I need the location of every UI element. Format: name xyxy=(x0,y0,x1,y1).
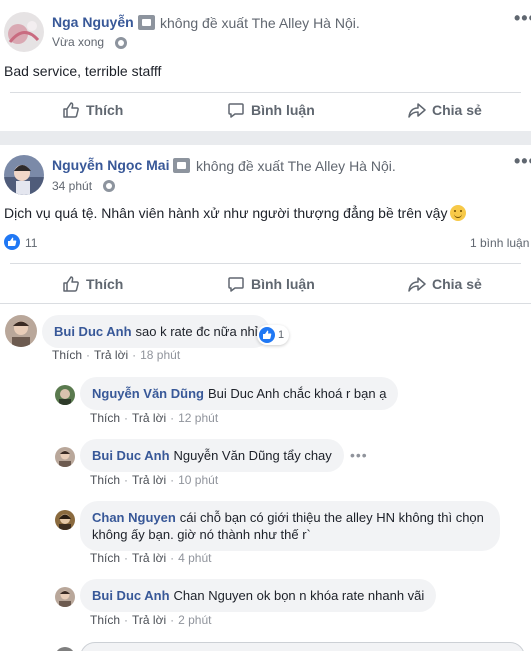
comment-author[interactable]: Chan Nguyen xyxy=(92,510,176,525)
like-label: Thích xyxy=(86,276,124,292)
comment-text: Bui Duc Anh chắc khoá r bạn ạ xyxy=(207,386,387,401)
avatar[interactable] xyxy=(55,447,75,467)
avatar[interactable] xyxy=(55,587,75,607)
comment-text: Nguyễn Văn Dũng tẩy chay xyxy=(173,448,332,463)
reaction-count[interactable]: 11 xyxy=(25,236,37,250)
thumbs-up-icon xyxy=(63,276,79,292)
like-reaction-icon xyxy=(259,327,275,343)
post-text-content: Dịch vụ quá tệ. Nhân viên hành xử như ng… xyxy=(4,205,448,221)
avatar[interactable] xyxy=(4,12,44,52)
comment-time[interactable]: 2 phút xyxy=(178,613,211,627)
post-text: Dịch vụ quá tệ. Nhân viên hành xử như ng… xyxy=(4,205,467,221)
divider xyxy=(0,303,531,304)
comment-author[interactable]: Bui Duc Anh xyxy=(92,588,170,603)
comment-icon xyxy=(228,277,244,292)
avatar[interactable] xyxy=(4,155,44,195)
comment-reaction-count: 1 xyxy=(278,329,285,341)
avatar[interactable] xyxy=(5,315,37,347)
divider xyxy=(10,263,521,264)
comment-bubble: Nguyễn Văn Dũng Bui Duc Anh chắc khoá r b… xyxy=(80,377,399,410)
review-icon xyxy=(138,15,155,30)
comment-text: Chan Nguyen ok bọn n khóa rate nhanh vãi xyxy=(173,588,425,603)
comment-reply-link[interactable]: Trả lời xyxy=(132,411,166,425)
post-card-1: Nga Nguyễn không đề xuất The Alley Hà Nộ… xyxy=(0,0,531,131)
comment-button[interactable]: Bình luận xyxy=(227,101,315,119)
smiley-emoji-icon xyxy=(450,205,467,221)
comment-reply-link[interactable]: Trả lời xyxy=(132,473,166,487)
comment-author[interactable]: Bui Duc Anh xyxy=(54,324,132,339)
comment-button[interactable]: Bình luận xyxy=(227,275,315,293)
comment-author[interactable]: Bui Duc Anh xyxy=(92,448,170,463)
comment-time[interactable]: 10 phút xyxy=(178,473,218,487)
comment-bubble: Chan Nguyen cái chỗ bạn có giới thiệu the… xyxy=(80,501,500,551)
comment-like-link[interactable]: Thích xyxy=(90,411,120,425)
share-button[interactable]: Chia sẻ xyxy=(408,275,482,293)
avatar[interactable] xyxy=(55,510,75,530)
comment-options-icon[interactable]: ••• xyxy=(350,447,368,463)
comment-like-link[interactable]: Thích xyxy=(52,348,82,362)
post-time[interactable]: 34 phút xyxy=(52,179,92,193)
comment-actions: Thích · Trả lời · 18 phút xyxy=(52,348,181,362)
post-author[interactable]: Nga Nguyễn xyxy=(52,14,134,30)
share-icon xyxy=(408,277,426,292)
comment-actions: Thích · Trả lời · 10 phút xyxy=(90,473,219,487)
comment-text: cái chỗ bạn có giới thiệu the alley HN k… xyxy=(179,510,484,525)
comment-count[interactable]: 1 bình luận xyxy=(470,236,529,250)
comment-reply-link[interactable]: Trả lời xyxy=(132,613,166,627)
avatar[interactable] xyxy=(55,647,75,651)
globe-icon xyxy=(103,180,115,192)
post-author[interactable]: Nguyễn Ngọc Mai xyxy=(52,157,169,173)
comment-time[interactable]: 12 phút xyxy=(178,411,218,425)
comment-actions: Thích · Trả lời · 12 phút xyxy=(90,411,219,425)
globe-icon xyxy=(115,37,127,49)
comment-time[interactable]: 18 phút xyxy=(140,348,180,362)
avatar[interactable] xyxy=(55,385,75,405)
comment-like-link[interactable]: Thích xyxy=(90,613,120,627)
more-options-icon[interactable]: ••• xyxy=(514,151,531,172)
like-reaction-icon[interactable] xyxy=(4,234,20,250)
post-card-2: Nguyễn Ngọc Mai không đề xuất The Alley … xyxy=(0,145,531,651)
comment-actions: Thích · Trả lời · 2 phút xyxy=(90,613,212,627)
like-button[interactable]: Thích xyxy=(62,275,123,293)
comment-like-link[interactable]: Thích xyxy=(90,473,120,487)
thumbs-up-icon xyxy=(63,102,79,118)
comment-reply-link[interactable]: Trả lời xyxy=(94,348,128,362)
share-icon xyxy=(408,103,426,118)
share-label: Chia sẻ xyxy=(432,102,482,118)
comment-bubble: Bui Duc Anh Nguyễn Văn Dũng tẩy chay xyxy=(80,439,344,472)
comment-author[interactable]: Nguyễn Văn Dũng xyxy=(92,386,204,401)
reply-input[interactable] xyxy=(80,642,525,651)
post-text: Bad service, terrible stafff xyxy=(4,63,162,79)
post-verb: không đề xuất The Alley Hà Nội. xyxy=(160,15,360,31)
share-label: Chia sẻ xyxy=(432,276,482,292)
comment-bubble: Bui Duc Anh Chan Nguyen ok bọn n khóa rat… xyxy=(80,579,437,612)
post-time[interactable]: Vừa xong xyxy=(52,35,104,49)
comment-text-line2: không ấy bạn. giờ nó thành như thế r` xyxy=(92,527,311,542)
comment-label: Bình luận xyxy=(251,102,315,118)
review-icon xyxy=(173,158,190,173)
comment-like-link[interactable]: Thích xyxy=(90,551,120,565)
like-label: Thích xyxy=(86,102,124,118)
comment-actions: Thích · Trả lời · 4 phút xyxy=(90,551,212,565)
divider xyxy=(10,92,521,93)
comment-label: Bình luận xyxy=(251,276,315,292)
like-button[interactable]: Thích xyxy=(62,101,123,119)
comment-icon xyxy=(228,103,244,118)
comment-reaction-pill[interactable]: 1 xyxy=(257,325,290,345)
comment-text: sao k rate đc nữa nhỉ xyxy=(135,324,258,339)
post-verb: không đề xuất The Alley Hà Nội. xyxy=(196,158,396,174)
comment-time[interactable]: 4 phút xyxy=(178,551,211,565)
share-button[interactable]: Chia sẻ xyxy=(408,101,482,119)
comment-reply-link[interactable]: Trả lời xyxy=(132,551,166,565)
comment-bubble: Bui Duc Anh sao k rate đc nữa nhỉ xyxy=(42,315,270,348)
more-options-icon[interactable]: ••• xyxy=(514,8,531,29)
